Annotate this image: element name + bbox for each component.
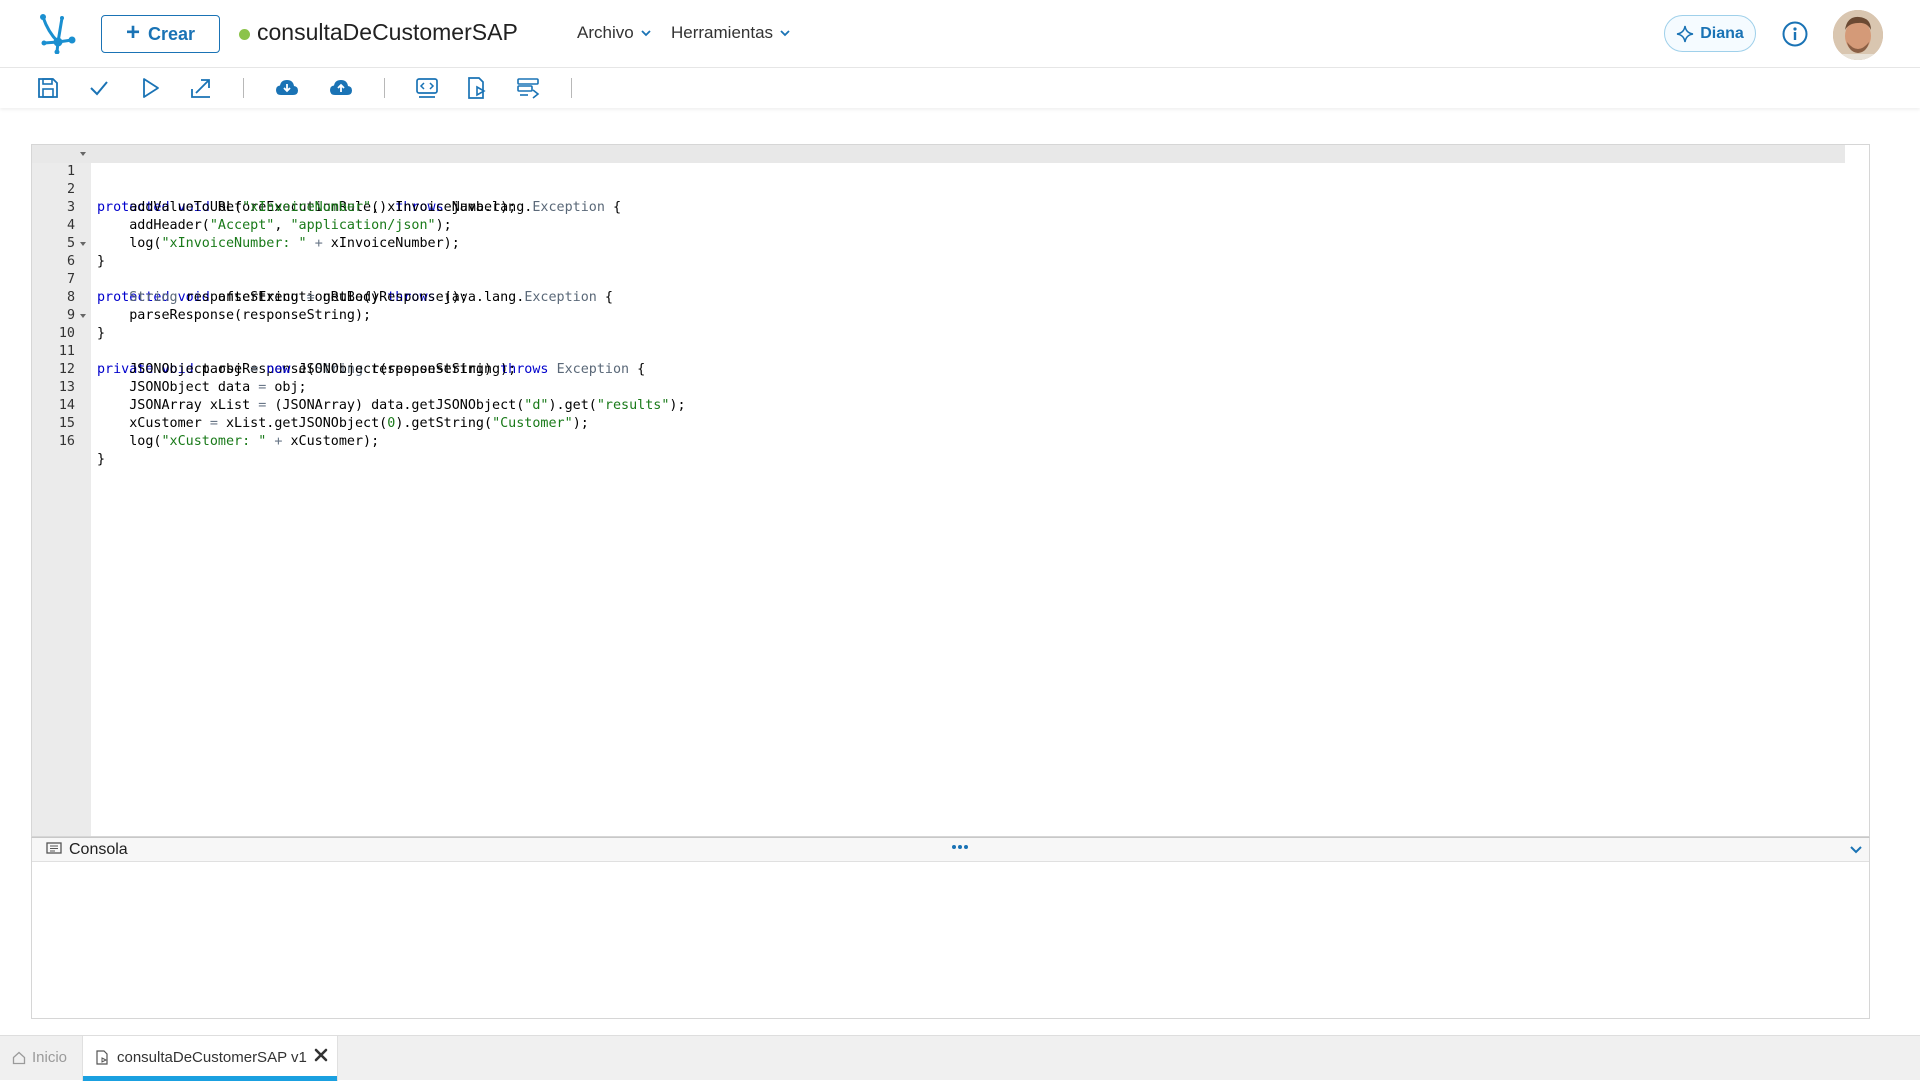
console-icon xyxy=(46,842,62,854)
document-title: consultaDeCustomerSAP xyxy=(257,19,518,45)
assistant-button[interactable]: Diana xyxy=(1664,15,1756,52)
tab-document[interactable]: consultaDeCustomerSAP v1 xyxy=(82,1036,338,1081)
chevron-down-icon xyxy=(641,30,651,37)
fold-toggle-icon[interactable] xyxy=(80,242,86,246)
document-properties-icon[interactable] xyxy=(465,76,489,100)
document-icon xyxy=(96,1050,108,1065)
list-settings-icon[interactable] xyxy=(516,76,540,100)
fold-toggle-icon[interactable] xyxy=(80,314,86,318)
cloud-upload-icon[interactable] xyxy=(329,76,353,100)
chevron-down-icon[interactable] xyxy=(1849,843,1863,857)
create-button[interactable]: + Crear xyxy=(101,15,220,53)
code-line[interactable]: 12 JSONObject data = obj; xyxy=(32,343,1845,395)
active-tab-indicator xyxy=(83,1076,337,1081)
toolbar-separator xyxy=(571,78,572,98)
code-line[interactable]: 10 private void parseResponse(String res… xyxy=(32,307,1845,377)
code-line[interactable]: 9 } xyxy=(32,289,1845,341)
plus-icon: + xyxy=(125,19,140,46)
code-line[interactable]: 13 JSONArray xList = (JSONArray) data.ge… xyxy=(32,361,1845,413)
create-button-label: Crear xyxy=(147,23,196,44)
export-icon[interactable] xyxy=(189,76,213,100)
line-number: 16 xyxy=(58,434,75,449)
check-icon[interactable] xyxy=(87,76,111,100)
code-line[interactable]: 3 addHeader("Accept", "application/json"… xyxy=(32,181,1845,233)
code-line[interactable]: 14 xCustomer = xList.getJSONObject(0).ge… xyxy=(32,379,1845,431)
home-icon xyxy=(12,1051,26,1064)
console-panel: Consola xyxy=(31,837,1870,1019)
code-line[interactable]: 2 addValueToURL("xInvoiceNumber", xInvoi… xyxy=(32,163,1845,215)
code-line[interactable]: 7 String responseString = getBodyRespons… xyxy=(32,253,1845,305)
app-header: + Crear consultaDeCustomerSAP Archivo He… xyxy=(0,0,1920,68)
toolbar-separator xyxy=(243,78,244,98)
close-icon[interactable] xyxy=(313,1047,329,1063)
menu-herramientas-label: Herramientas xyxy=(671,23,774,42)
code-line[interactable]: 4 log("xInvoiceNumber: " + xInvoiceNumbe… xyxy=(32,199,1845,251)
menu-archivo[interactable]: Archivo xyxy=(577,23,652,43)
info-icon[interactable] xyxy=(1781,20,1809,48)
menu-herramientas[interactable]: Herramientas xyxy=(671,23,791,43)
cloud-download-icon[interactable] xyxy=(275,76,299,100)
chevron-down-icon xyxy=(780,30,790,37)
sparkle-icon xyxy=(1677,25,1694,42)
code-editor[interactable]: 1 protected void beforeExecutionRule() t… xyxy=(31,144,1870,837)
code-line[interactable]: 8 parseResponse(responseString); xyxy=(32,271,1845,323)
toolbar-separator xyxy=(384,78,385,98)
menu-archivo-label: Archivo xyxy=(577,23,634,42)
status-indicator xyxy=(239,29,250,40)
console-label: Consola xyxy=(69,841,128,858)
resize-handle-icon[interactable] xyxy=(951,842,969,852)
code-view-icon[interactable] xyxy=(415,76,439,100)
code-line[interactable]: 11 JSONObject obj = new JSONObject(respo… xyxy=(32,325,1845,377)
app-logo-icon[interactable] xyxy=(36,12,78,54)
code-line[interactable]: 1 protected void beforeExecutionRule() t… xyxy=(32,145,1845,215)
code-line[interactable]: 15 log("xCustomer: " + xCustomer); xyxy=(32,397,1845,449)
tab-home[interactable]: Inicio xyxy=(12,1049,67,1066)
tab-home-label: Inicio xyxy=(32,1049,68,1066)
code-line[interactable]: 6 protected void afterExecutionRule() th… xyxy=(32,235,1845,305)
fold-toggle-icon[interactable] xyxy=(80,152,86,156)
user-avatar[interactable] xyxy=(1833,10,1883,60)
save-icon[interactable] xyxy=(36,76,60,100)
console-header[interactable]: Consola xyxy=(32,838,1869,862)
code-line[interactable]: 16 } xyxy=(32,415,1845,467)
toolbar xyxy=(0,68,1920,108)
play-icon[interactable] xyxy=(138,76,162,100)
tab-document-label: consultaDeCustomerSAP v1 xyxy=(117,1049,307,1066)
assistant-button-label: Diana xyxy=(1700,24,1744,42)
bottom-tab-bar: Inicio consultaDeCustomerSAP v1 xyxy=(0,1035,1920,1081)
code-line[interactable]: 5 } xyxy=(32,217,1845,269)
